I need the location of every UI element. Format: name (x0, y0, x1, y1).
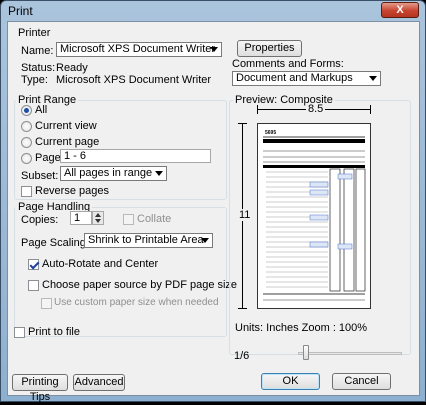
printer-status-value: Ready (56, 62, 88, 74)
reverse-pages-label[interactable]: Reverse pages (35, 185, 109, 197)
printer-type-label: Type: (21, 74, 48, 86)
print-to-file-checkbox[interactable] (14, 327, 25, 338)
printer-status-label: Status: (21, 62, 56, 74)
collate-checkbox[interactable] (123, 214, 134, 225)
form-preview-graphic: 5695 (258, 124, 370, 308)
height-dimension-label: 11 (237, 209, 253, 221)
comments-forms-dropdown[interactable]: Document and Markups (232, 71, 381, 86)
chevron-down-icon (369, 76, 377, 81)
window-title: Print (8, 4, 33, 18)
page-handling-group (14, 207, 227, 337)
page-scaling-value: Shrink to Printable Area (88, 234, 204, 246)
auto-rotate-checkbox[interactable] (28, 259, 39, 270)
auto-rotate-label[interactable]: Auto-Rotate and Center (42, 258, 158, 270)
print-range-all-radio[interactable] (21, 105, 32, 116)
title-bar[interactable]: Print X (1, 1, 425, 21)
print-range-pages-radio[interactable] (21, 153, 32, 164)
printer-type-value: Microsoft XPS Document Writer (56, 74, 212, 86)
printing-tips-button[interactable]: Printing Tips (12, 374, 68, 403)
chevron-down-icon (201, 238, 209, 243)
printer-name-value: Microsoft XPS Document Writer (60, 43, 216, 55)
print-range-current-page-radio[interactable] (21, 137, 32, 148)
cancel-button[interactable]: Cancel (332, 373, 391, 390)
paper-source-label[interactable]: Choose paper source by PDF page size (42, 279, 237, 291)
advanced-button[interactable]: Advanced (73, 374, 125, 391)
width-dimension-tick (370, 105, 371, 114)
page-indicator: 1/6 (234, 350, 250, 362)
page-slider-thumb[interactable] (303, 345, 309, 360)
page-slider-track[interactable] (298, 352, 402, 355)
subset-dropdown[interactable]: All pages in range (60, 166, 167, 181)
print-range-current-view-label[interactable]: Current view (35, 120, 97, 132)
printer-name-dropdown[interactable]: Microsoft XPS Document Writer (56, 42, 222, 57)
height-dimension-tick (238, 308, 247, 309)
print-range-current-page-label[interactable]: Current page (35, 136, 99, 148)
width-dimension-tick (257, 105, 258, 114)
print-range-all-label[interactable]: All (35, 104, 47, 116)
dialog-client-area: Printer Name: Microsoft XPS Document Wri… (7, 21, 420, 403)
custom-paper-size-checkbox[interactable] (41, 298, 52, 309)
chevron-down-icon (210, 47, 218, 52)
page-scaling-label: Page Scaling: (21, 237, 89, 249)
copies-stepper[interactable] (92, 211, 104, 225)
chevron-up-icon[interactable] (95, 213, 101, 217)
page-scaling-dropdown[interactable]: Shrink to Printable Area (84, 233, 213, 248)
subset-label: Subset: (21, 170, 59, 182)
form-number: 5695 (265, 130, 276, 136)
collate-label[interactable]: Collate (137, 213, 171, 225)
printer-name-label: Name: (21, 45, 54, 57)
page-preview: 5695 (257, 123, 371, 309)
comments-forms-value: Document and Markups (236, 72, 353, 84)
height-dimension-tick (238, 123, 247, 124)
copies-input[interactable]: 1 (70, 211, 92, 225)
subset-value: All pages in range (64, 167, 153, 179)
properties-button[interactable]: Properties (237, 40, 302, 57)
print-range-current-view-radio[interactable] (21, 121, 32, 132)
comments-forms-label: Comments and Forms: (232, 58, 344, 70)
chevron-down-icon (155, 171, 163, 176)
print-to-file-label[interactable]: Print to file (28, 326, 80, 338)
paper-source-checkbox[interactable] (28, 280, 39, 291)
close-button[interactable]: X (381, 2, 419, 18)
units-zoom-label: Units: Inches Zoom : 100% (235, 322, 368, 334)
pages-input[interactable]: 1 - 6 (60, 149, 211, 163)
chevron-down-icon[interactable] (95, 219, 101, 223)
ok-button[interactable]: OK (261, 373, 320, 390)
print-dialog-window: Print X Printer Name: Microsoft XPS Docu… (0, 0, 426, 403)
printer-group-label: Printer (16, 27, 53, 39)
width-dimension-label: 8.5 (306, 103, 326, 115)
reverse-pages-checkbox[interactable] (21, 186, 32, 197)
custom-paper-size-label[interactable]: Use custom paper size when needed (54, 297, 219, 308)
copies-label: Copies: (21, 214, 59, 226)
